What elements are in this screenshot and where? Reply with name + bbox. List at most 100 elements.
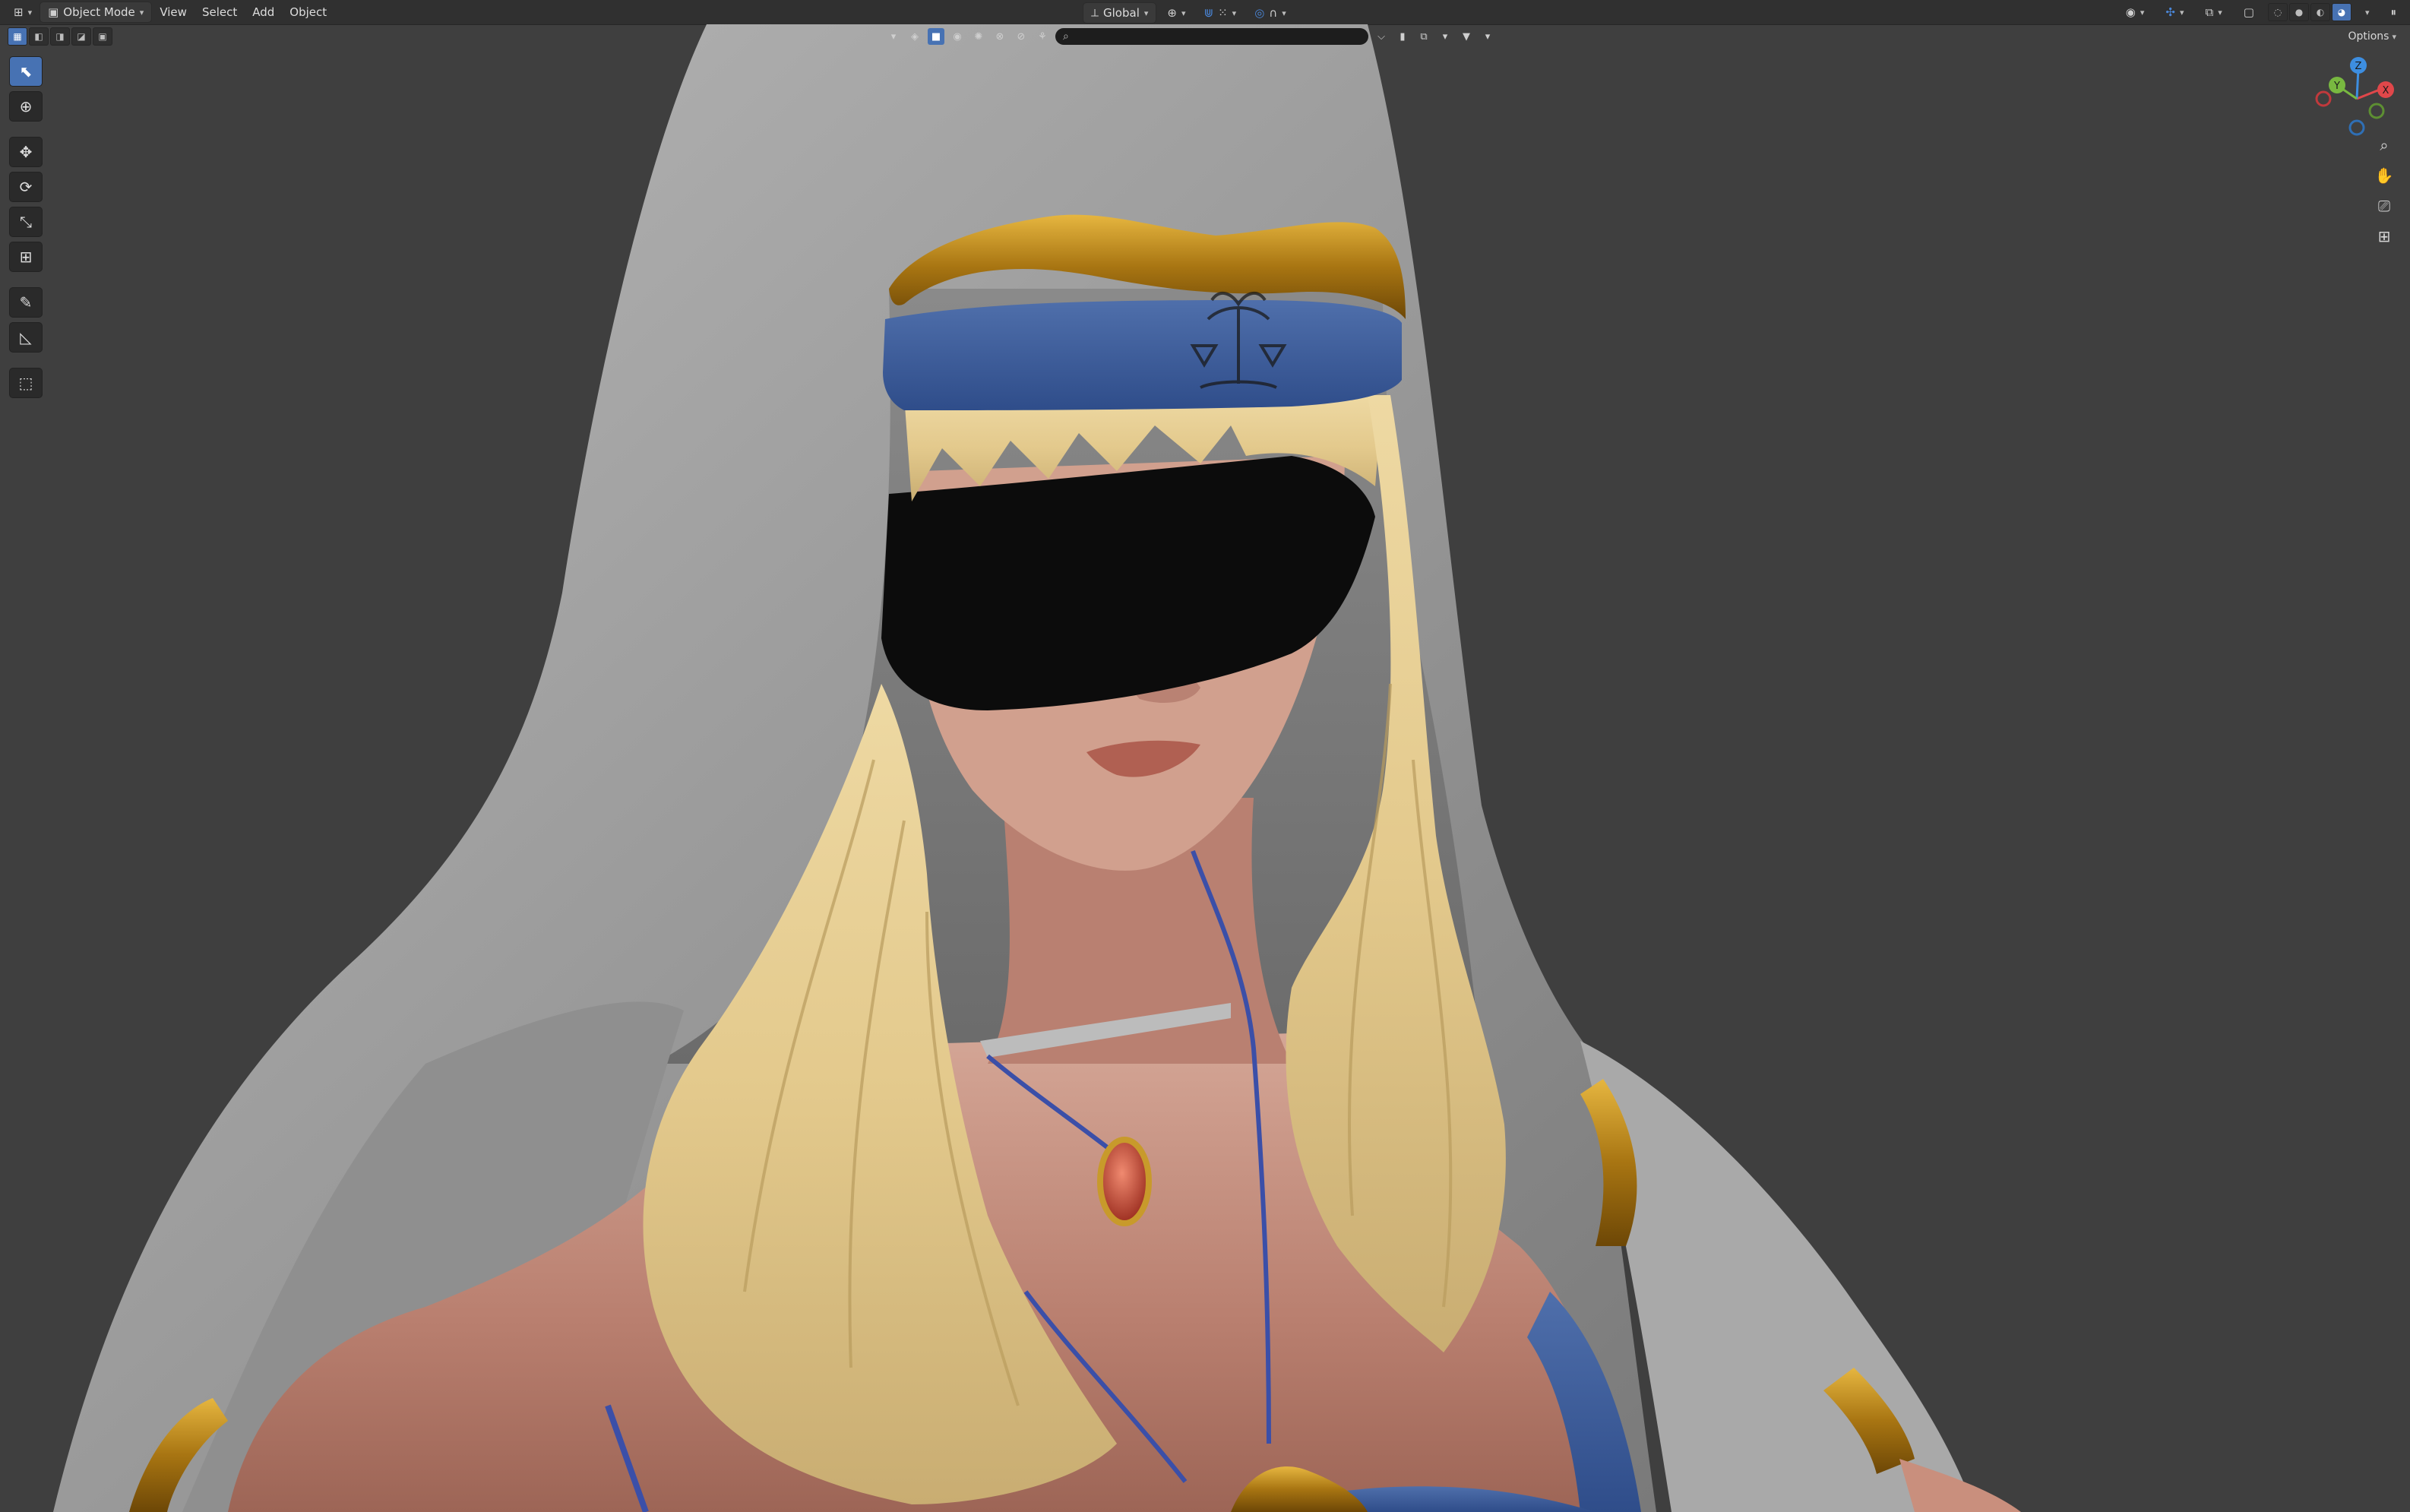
zoom-icon: ⌕ <box>2380 136 2389 154</box>
chevron-down-icon: ▾ <box>1181 8 1186 18</box>
bookmark-icon[interactable]: ▮ <box>1394 28 1411 45</box>
editor-type-button[interactable]: ⊞ ▾ <box>6 2 40 22</box>
grid-icon: ⊞ <box>2377 227 2391 245</box>
options-dropdown[interactable]: Options ▾ <box>2348 27 2396 46</box>
3d-viewport[interactable] <box>0 24 2410 1512</box>
select-intersect-button[interactable]: ▣ <box>93 27 112 46</box>
gizmo-z-label: Z <box>2355 61 2362 72</box>
navigation-buttons: ⌕ ✋ ⎚ ⊞ <box>2370 134 2398 248</box>
editor-type-icon: ⊞ <box>14 5 24 19</box>
sidebar-icon: ⏸ <box>2390 5 2396 19</box>
hand-icon: ✋ <box>2374 166 2394 185</box>
camera-icon: ⎚ <box>2378 197 2390 215</box>
armature-filter-icon[interactable]: ⚘ <box>1034 28 1051 45</box>
select-invert-button[interactable]: ◪ <box>71 27 91 46</box>
solid-shading-button[interactable]: ● <box>2288 3 2309 21</box>
cursor-arrow-icon: ⬉ <box>19 62 33 81</box>
chevron-down-icon[interactable]: ⌵ <box>1373 28 1390 45</box>
gizmo-neg-y-axis[interactable] <box>2368 103 2385 119</box>
rendered-shading-button[interactable]: ◕ <box>2331 3 2351 21</box>
search-icon: ⌕ <box>1063 30 1069 43</box>
select-subtract-button[interactable]: ◨ <box>50 27 70 46</box>
chevron-down-icon[interactable]: ▾ <box>1479 28 1496 45</box>
move-tool[interactable]: ✥ <box>9 137 43 167</box>
xray-toggle[interactable]: ▢ <box>2236 2 2262 22</box>
scale-tool[interactable]: ⤡ <box>9 207 43 237</box>
hand <box>1899 1459 2021 1512</box>
pivot-point-dropdown[interactable]: ⊕ ▾ <box>1159 3 1193 23</box>
camera-filter-icon[interactable]: ⊗ <box>992 28 1008 45</box>
orientation-icon: ⟂ <box>1091 6 1099 20</box>
shading-options-button[interactable]: ▾ <box>2358 2 2377 22</box>
chevron-down-icon: ▾ <box>2179 7 2184 17</box>
ruler-icon: ◺ <box>20 328 32 346</box>
snap-grid-icon: ⁙ <box>1218 6 1228 20</box>
add-cube-tool[interactable]: ⬚ <box>9 368 43 398</box>
pendant-gem <box>1097 1137 1152 1226</box>
transform-icon: ⊞ <box>19 248 33 266</box>
headband <box>883 300 1402 410</box>
wireframe-shading-button[interactable]: ◌ <box>2267 3 2288 21</box>
gizmo-icon: ✣ <box>2165 5 2175 19</box>
gizmo-toggle[interactable]: ✣ ▾ <box>2158 2 2191 22</box>
overlay-filter-bar: ▾ ◈ ■ ◉ ✺ ⊗ ⊘ ⚘ ⌕ ⌵ ▮ ⧉ ▾ ▼ ▾ <box>885 26 1496 47</box>
gizmo-neg-x-axis[interactable] <box>2315 90 2332 107</box>
measure-tool[interactable]: ◺ <box>9 322 43 353</box>
camera-view-button[interactable]: ⎚ <box>2370 195 2398 217</box>
filter-icon[interactable]: ▼ <box>1458 28 1475 45</box>
selection-mode-group: ▦ ◧ ◨ ◪ ▣ <box>8 27 112 47</box>
transform-tool[interactable]: ⊞ <box>9 242 43 272</box>
select-new-button[interactable]: ▦ <box>8 27 27 46</box>
menu-object[interactable]: Object <box>282 2 334 22</box>
material-preview-button[interactable]: ◐ <box>2310 3 2330 21</box>
menu-select[interactable]: Select <box>195 2 245 22</box>
sidebar-toggle[interactable]: ⏸ <box>2383 2 2404 22</box>
light-filter-icon[interactable]: ✺ <box>970 28 987 45</box>
viewport-header: ⊞ ▾ ▣ Object Mode ▾ View Select Add Obje… <box>0 0 2410 25</box>
menu-add[interactable]: Add <box>245 2 282 22</box>
transform-orientation-dropdown[interactable]: ⟂ Global ▾ <box>1083 2 1157 24</box>
chevron-down-icon: ▾ <box>1232 8 1237 18</box>
overlays-toggle[interactable]: ⧉ ▾ <box>2198 2 2230 22</box>
pivot-icon: ⊕ <box>1167 6 1177 20</box>
magnet-icon: ⋓ <box>1203 6 1214 20</box>
overlays-icon: ⧉ <box>2205 5 2214 19</box>
search-input[interactable] <box>1074 30 1361 43</box>
navigation-gizmo[interactable]: X Z Y <box>2310 53 2401 144</box>
ortho-perspective-button[interactable]: ⊞ <box>2370 225 2398 248</box>
falloff-icon: ∩ <box>1269 6 1278 20</box>
mode-label: Object Mode <box>63 5 135 19</box>
object-mode-icon: ▣ <box>48 5 59 19</box>
select-box-tool[interactable]: ⬉ <box>9 56 43 87</box>
pan-button[interactable]: ✋ <box>2370 164 2398 187</box>
collection-icon[interactable]: ⧉ <box>1415 28 1432 45</box>
select-extend-button[interactable]: ◧ <box>29 27 49 46</box>
zoom-button[interactable]: ⌕ <box>2370 134 2398 157</box>
viewport-search[interactable]: ⌕ <box>1055 28 1368 45</box>
chevron-down-icon: ▾ <box>2140 7 2145 17</box>
chevron-down-icon: ▾ <box>27 7 33 17</box>
object-filter-icon[interactable]: ■ <box>928 28 944 45</box>
mode-dropdown[interactable]: ▣ Object Mode ▾ <box>40 2 153 23</box>
rotate-tool[interactable]: ⟳ <box>9 172 43 202</box>
gizmo-y-label: Y <box>2333 81 2340 92</box>
cursor-tool[interactable]: ⊕ <box>9 91 43 122</box>
empty-filter-icon[interactable]: ⊘ <box>1013 28 1029 45</box>
chevron-down-icon[interactable]: ▾ <box>885 28 902 45</box>
gizmo-neg-z-axis[interactable] <box>2348 119 2365 136</box>
proportional-icon: ◎ <box>1254 6 1265 20</box>
object-visibility-button[interactable]: ◉ ▾ <box>2118 2 2152 22</box>
cube-add-icon: ⬚ <box>18 374 33 392</box>
mesh-filter-icon[interactable]: ◉ <box>949 28 966 45</box>
chevron-down-icon[interactable]: ▾ <box>1437 28 1453 45</box>
target-cursor-icon: ⊕ <box>19 97 33 115</box>
eye-icon: ◉ <box>2125 5 2136 19</box>
menu-view[interactable]: View <box>152 2 195 22</box>
snap-toggle[interactable]: ⋓ ⁙ ▾ <box>1197 3 1245 23</box>
annotate-tool[interactable]: ✎ <box>9 287 43 318</box>
proportional-editing-toggle[interactable]: ◎ ∩ ▾ <box>1247 3 1294 23</box>
chevron-down-icon: ▾ <box>2218 7 2222 17</box>
scene-icon[interactable]: ◈ <box>906 28 923 45</box>
rotate-icon: ⟳ <box>19 178 33 196</box>
gizmo-x-label: X <box>2383 85 2389 96</box>
